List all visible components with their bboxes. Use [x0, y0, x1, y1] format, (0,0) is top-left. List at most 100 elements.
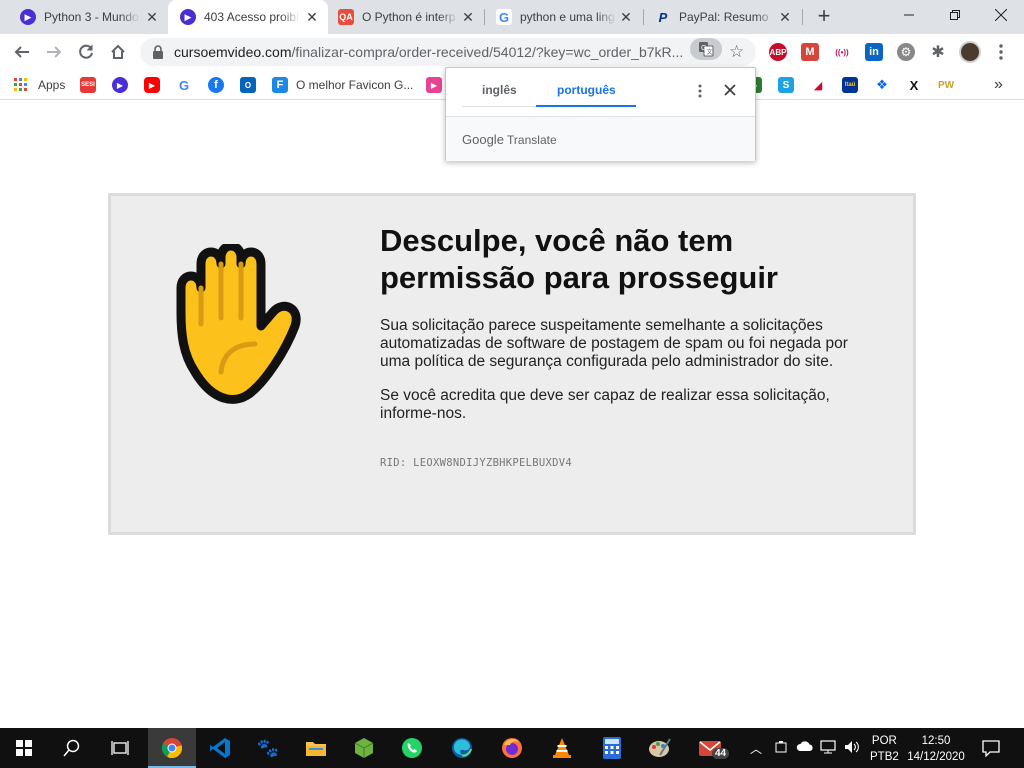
arrow-right-icon [47, 46, 62, 58]
start-button[interactable] [0, 728, 48, 768]
bookmark-outlook[interactable]: O [240, 76, 256, 94]
bookmark-video[interactable]: ▶ [112, 76, 128, 94]
close-tab-icon[interactable]: ✕ [777, 9, 793, 25]
home-button[interactable] [104, 38, 132, 66]
paypal-icon: P [658, 9, 668, 25]
taskbar-vlc[interactable] [538, 728, 586, 768]
google-wordmark: Google [462, 132, 504, 147]
restore-button[interactable] [932, 0, 978, 30]
url-text: cursoemvideo.com/finalizar-compra/order-… [174, 44, 684, 60]
bookmark-sesi[interactable]: SESI [80, 76, 96, 94]
clock-date: 14/12/2020 [907, 751, 965, 763]
reload-button[interactable] [72, 38, 100, 66]
bank-icon: ◢ [810, 77, 826, 93]
close-tab-icon[interactable]: ✕ [304, 9, 320, 25]
bookmark-itau[interactable]: Itaú [842, 76, 858, 94]
close-tab-icon[interactable]: ✕ [460, 9, 476, 25]
tab-lang-portuguese[interactable]: português [557, 83, 616, 97]
taskbar-vscode[interactable] [196, 728, 244, 768]
bookmark-bradesco[interactable]: ◢ [810, 76, 826, 94]
star-bookmark-icon[interactable]: ☆ [729, 42, 744, 62]
qa-icon: QA [338, 9, 354, 25]
tab-python-mundo[interactable]: ▶ Python 3 - Mundo ✕ [0, 0, 168, 34]
tab-separator [802, 9, 803, 25]
taskbar-gimp[interactable]: 🐾 [244, 728, 292, 768]
bookmark-s[interactable]: S [778, 76, 794, 94]
bookmark-dropbox[interactable]: ❖ [874, 76, 890, 94]
close-tab-icon[interactable]: ✕ [144, 9, 160, 25]
search-button[interactable] [48, 728, 96, 768]
tab-403-acesso[interactable]: ▶ 403 Acesso proibido ✕ [168, 0, 328, 34]
tray-overflow-chevron-icon[interactable]: ︿ [750, 740, 762, 757]
taskbar-whatsapp[interactable] [388, 728, 436, 768]
adblock-icon[interactable]: ABP [769, 43, 787, 61]
avatar[interactable] [959, 41, 981, 63]
podcast-icon[interactable]: ((•)) [833, 43, 851, 61]
bookmark-youtube[interactable]: ▶ [144, 76, 160, 94]
volume-tray-icon[interactable] [844, 740, 860, 757]
translate-icon: G文 [699, 42, 714, 57]
network-tray-icon[interactable] [820, 740, 836, 757]
new-tab-button[interactable]: + [812, 5, 836, 29]
tab-python-ling[interactable]: G python e uma ling ✕ [486, 0, 642, 34]
taskbar-chrome[interactable] [148, 728, 196, 768]
taskbar-paint[interactable] [636, 728, 684, 768]
bookmark-google[interactable]: G [176, 76, 192, 94]
bookmark-favicon[interactable]: F O melhor Favicon G... [272, 76, 413, 94]
translate-page-button[interactable]: G文 [690, 38, 722, 60]
tab-title: Python 3 - Mundo [44, 10, 139, 24]
gimp-icon: 🐾 [256, 737, 280, 758]
home-icon [111, 44, 125, 59]
forward-button[interactable] [40, 38, 68, 66]
bookmarks-overflow-button[interactable]: » [994, 76, 1003, 94]
task-view-button[interactable] [96, 728, 144, 768]
minimize-icon [904, 14, 914, 16]
puzzle-icon[interactable]: ✱ [929, 43, 947, 61]
bookmark-facebook[interactable]: f [208, 76, 224, 94]
tab-title: 403 Acesso proibido [204, 10, 300, 24]
folder-icon [306, 742, 326, 756]
active-tab-indicator [536, 105, 636, 107]
translate-options-button[interactable] [694, 82, 706, 100]
purple-play-icon: ▶ [180, 9, 196, 25]
tab-python-interp[interactable]: QA O Python é interp ✕ [328, 0, 484, 34]
taskbar-nodejs[interactable] [340, 728, 388, 768]
menu-button[interactable] [995, 41, 1007, 63]
address-bar[interactable]: cursoemvideo.com/finalizar-compra/order-… [140, 38, 756, 66]
bookmark-pw[interactable]: PW [938, 76, 954, 94]
bookmark-play[interactable]: ▶ [426, 76, 442, 94]
action-center-button[interactable] [982, 739, 1000, 760]
tab-title: O Python é interp [362, 10, 456, 24]
bookmark-apps[interactable]: Apps [14, 76, 65, 94]
translate-popup: inglês português Google Translate [445, 67, 756, 161]
taskbar-calculator[interactable] [588, 728, 636, 768]
chrome-icon [161, 738, 183, 759]
battery-tray-icon[interactable] [774, 740, 788, 757]
taskbar-firefox[interactable] [488, 728, 536, 768]
gmail-icon[interactable]: M [801, 43, 819, 61]
clock[interactable]: 12:50 14/12/2020 [906, 733, 966, 765]
bookmark-x[interactable]: X [906, 76, 922, 94]
close-popup-button[interactable] [724, 83, 738, 97]
linkedin-icon[interactable]: in [865, 43, 883, 61]
language-indicator[interactable]: POR PTB2 [870, 733, 899, 765]
taskbar-gmail-notifier[interactable]: 44 [686, 728, 734, 768]
settings-ext-icon[interactable]: ⚙ [897, 43, 915, 61]
firefox-icon [502, 738, 522, 758]
close-tab-icon[interactable]: ✕ [618, 9, 634, 25]
taskbar-edge[interactable] [438, 728, 486, 768]
vscode-icon [210, 738, 230, 758]
back-button[interactable] [8, 38, 36, 66]
pw-icon: PW [938, 77, 954, 93]
access-denied-box: Desculpe, você não tem permissão para pr… [108, 193, 916, 535]
taskbar-explorer[interactable] [292, 728, 340, 768]
close-window-button[interactable] [978, 0, 1024, 30]
edge-icon [452, 738, 472, 758]
purple-play-icon: ▶ [112, 77, 128, 93]
tab-lang-english[interactable]: inglês [482, 83, 517, 97]
facebook-icon: f [208, 77, 224, 93]
x-logo-icon: X [906, 77, 922, 93]
minimize-button[interactable] [886, 0, 932, 30]
onedrive-tray-icon[interactable] [796, 740, 814, 755]
tab-paypal[interactable]: P PayPal: Resumo ✕ [645, 0, 801, 34]
